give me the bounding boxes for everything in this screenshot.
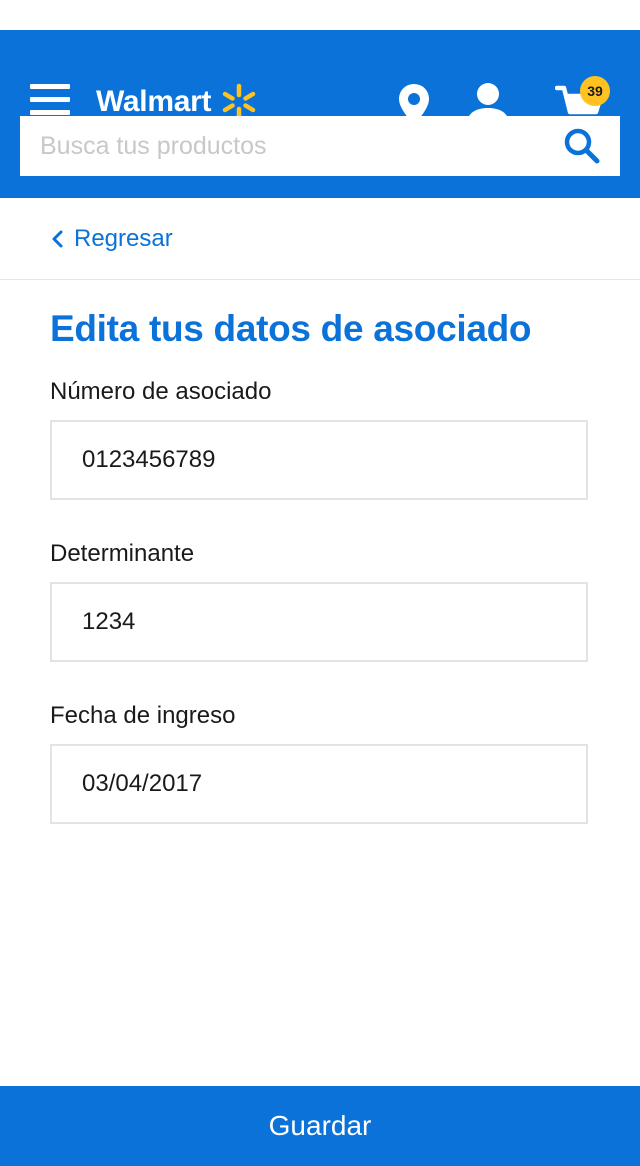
top-header: Walmart 39 bbox=[0, 30, 640, 198]
search-bar bbox=[20, 116, 620, 176]
associate-number-label: Número de asociado bbox=[50, 378, 272, 405]
start-date-input[interactable] bbox=[50, 744, 588, 824]
start-date-group: Fecha de ingreso bbox=[50, 702, 590, 824]
determinante-input[interactable] bbox=[50, 582, 588, 662]
determinante-label: Determinante bbox=[50, 540, 195, 567]
determinante-group: Determinante bbox=[50, 540, 590, 662]
menu-icon[interactable] bbox=[30, 84, 70, 118]
associate-number-input[interactable] bbox=[50, 420, 588, 500]
status-bar bbox=[0, 0, 640, 30]
back-link[interactable]: Regresar bbox=[50, 225, 173, 253]
search-icon[interactable] bbox=[562, 126, 602, 166]
cart-count-badge: 39 bbox=[580, 76, 610, 106]
edit-associate-form: Edita tus datos de asociado Número de as… bbox=[0, 280, 640, 824]
chevron-left-icon bbox=[52, 230, 63, 247]
back-label: Regresar bbox=[74, 224, 173, 252]
associate-number-group: Número de asociado bbox=[50, 378, 590, 500]
page-title: Edita tus datos de asociado bbox=[50, 308, 532, 349]
start-date-label: Fecha de ingreso bbox=[50, 702, 236, 729]
logo-text: Walmart bbox=[96, 85, 212, 118]
search-input[interactable] bbox=[20, 116, 562, 176]
save-button[interactable]: Guardar bbox=[0, 1086, 640, 1166]
back-row: Regresar bbox=[0, 198, 640, 280]
